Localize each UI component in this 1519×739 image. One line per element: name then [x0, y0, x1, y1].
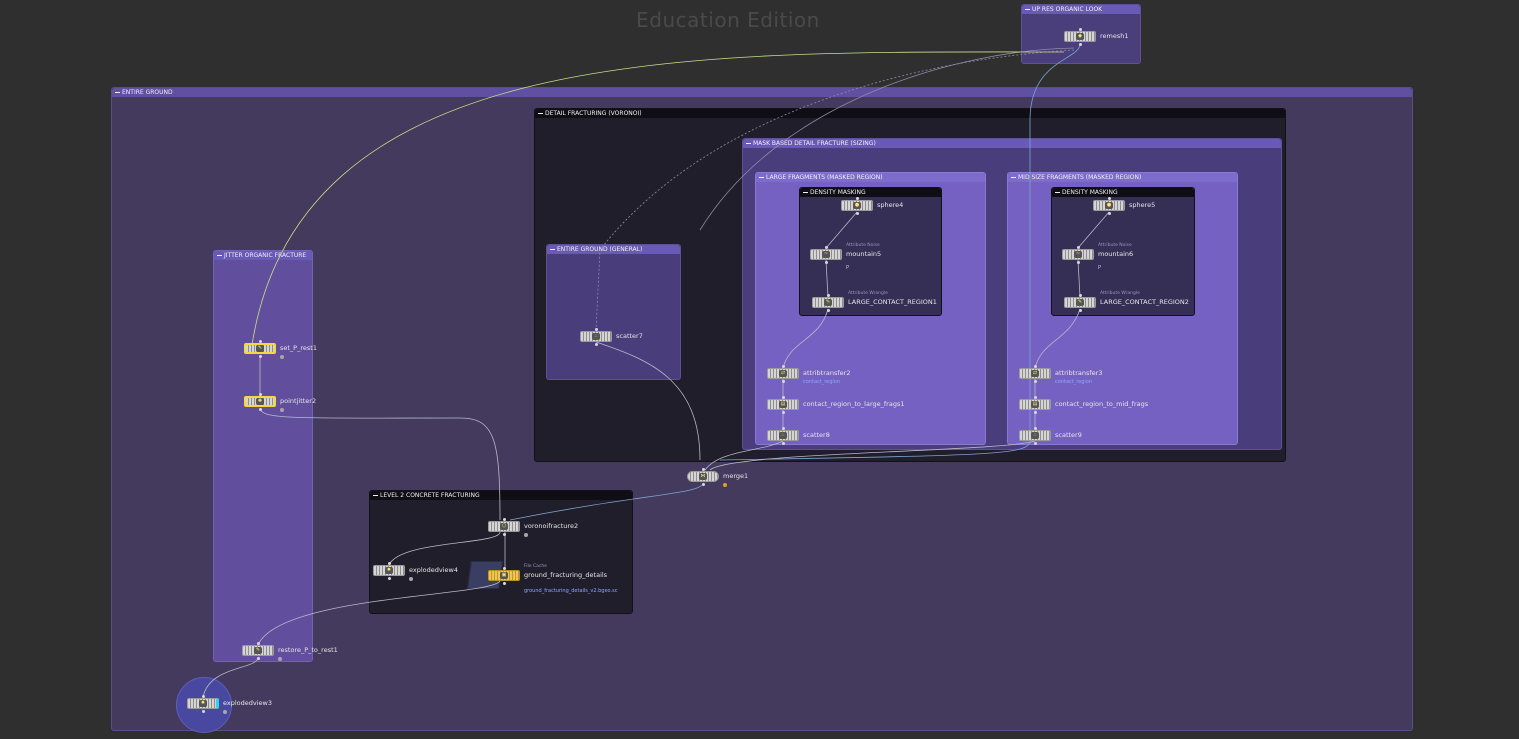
wire-restore-to-explode3 [202, 656, 259, 698]
node-label: restore_P_to_rest1 [278, 646, 338, 654]
node-scatter7[interactable]: ∴ scatter7 [580, 328, 643, 346]
sphere-icon: ● [1105, 202, 1113, 209]
node-label: scatter7 [616, 332, 643, 340]
node-info: ground_fracturing_details_v2.bgeo.sc [524, 588, 618, 594]
transfer-icon: ⇄ [1031, 370, 1039, 377]
status-dot [409, 577, 413, 581]
node-large-contact-region2[interactable]: ✎ Attribute Wrangle LARGE_CONTACT_REGION… [1064, 291, 1189, 312]
node-label: ground_fracturing_details [524, 571, 608, 579]
node-type: Attribute Wrangle [848, 291, 888, 296]
node-label: scatter8 [803, 431, 830, 439]
node-label: mountain5 [846, 250, 882, 258]
node-label: LARGE_CONTACT_REGION2 [1100, 298, 1189, 306]
node-large-contact-region1[interactable]: ✎ Attribute Wrangle LARGE_CONTACT_REGION… [812, 291, 937, 312]
node-label: pointjitter2 [280, 397, 317, 405]
scatter-icon: ∴ [592, 333, 600, 340]
status-dot [280, 355, 284, 359]
node-label: merge1 [723, 472, 749, 480]
wrangle-icon: ✎ [254, 647, 262, 654]
wire-jitter-to-voronoi [259, 407, 501, 521]
node-sphere5[interactable]: ● sphere5 [1093, 197, 1155, 215]
node-label: mountain6 [1098, 250, 1134, 258]
scatter-icon: ∴ [1031, 432, 1039, 439]
node-scatter8[interactable]: ∴ scatter8 [767, 427, 830, 445]
wire-mountain6-wrangle2 [1077, 259, 1081, 298]
node-label: explodedview3 [223, 699, 272, 707]
wire-mountain5-wrangle [825, 259, 829, 298]
transfer-icon: ⇄ [779, 370, 787, 377]
node-label: explodedview4 [409, 566, 458, 574]
wire-scatter9-to-merge [709, 440, 1036, 471]
wire-merge-to-voronoi [509, 482, 704, 521]
node-label: contact_region_to_mid_frags [1055, 400, 1149, 408]
wrangle-icon: ✎ [1076, 299, 1084, 306]
noise-icon: ~ [1074, 251, 1082, 258]
wires-layer [202, 43, 1110, 698]
node-type: Attribute Noise [1098, 243, 1132, 248]
wire-wrangle-attrib2 [782, 308, 829, 369]
explode-icon: ✸ [385, 567, 393, 574]
attribute-icon: ▤ [779, 401, 787, 408]
node-contact-region-to-mid-frags[interactable]: ▤ contact_region_to_mid_frags [1019, 396, 1148, 414]
node-type: Attribute Noise [846, 243, 880, 248]
node-voronoifracture2[interactable]: ⬡ voronoifracture2 [488, 518, 578, 537]
wire-dashed-remesh-scatter7 [595, 49, 1075, 331]
voronoi-icon: ⬡ [500, 523, 508, 530]
node-mountain6[interactable]: ~ Attribute Noise mountain6 P [1062, 243, 1133, 271]
jitter-icon: ✺ [256, 398, 264, 405]
node-info: contact_region [1055, 379, 1093, 385]
status-dot [223, 710, 227, 714]
status-dot [280, 408, 284, 412]
node-attribtransfer2[interactable]: ⇄ attribtransfer2 contact_region [767, 365, 851, 385]
node-label: LARGE_CONTACT_REGION1 [848, 298, 937, 306]
node-type: Attribute Wrangle [1100, 291, 1140, 296]
merge-icon: ⋈ [699, 473, 707, 480]
sphere-icon: ● [853, 202, 861, 209]
node-label: contact_region_to_large_frags1 [803, 400, 905, 408]
status-dot [524, 533, 528, 537]
remesh-icon: ◆ [1076, 33, 1084, 40]
node-remesh1[interactable]: ◆ remesh1 [1064, 28, 1129, 46]
node-set-p-rest1[interactable]: ✎ set_P_rest1 [244, 340, 317, 359]
node-ground-fracturing-details[interactable]: ▣ File Cache ground_fracturing_details g… [488, 564, 617, 594]
wrangle-icon: ✎ [256, 345, 264, 352]
node-label: attribtransfer2 [803, 369, 851, 377]
status-dot [723, 483, 727, 487]
wire-cache-to-restore [257, 580, 501, 646]
node-label: sphere5 [1129, 201, 1156, 209]
node-mountain5[interactable]: ~ Attribute Noise mountain5 P [810, 243, 881, 271]
node-type: File Cache [524, 564, 547, 569]
status-dot [278, 657, 282, 661]
node-label: voronoifracture2 [524, 522, 579, 530]
node-contact-region-to-large-frags1[interactable]: ▤ contact_region_to_large_frags1 [767, 396, 904, 414]
node-info: P [846, 265, 850, 271]
noise-icon: ~ [822, 251, 830, 258]
wire-display-to-set-p [251, 51, 1065, 346]
node-pointjitter2[interactable]: ✺ pointjitter2 [244, 393, 316, 412]
wrangle-icon: ✎ [824, 299, 832, 306]
node-sphere4[interactable]: ● sphere4 [841, 197, 903, 215]
node-info: contact_region [803, 379, 841, 385]
node-scatter9[interactable]: ∴ scatter9 [1019, 427, 1082, 445]
node-info: P [1098, 265, 1102, 271]
scatter-icon: ∴ [779, 432, 787, 439]
node-explodedview3[interactable]: ✸ explodedview3 [187, 695, 272, 714]
node-label: set_P_rest1 [280, 344, 317, 352]
wire-scatter8-to-merge [704, 440, 784, 471]
node-explodedview4[interactable]: ✸ explodedview4 [373, 562, 458, 581]
node-label: scatter9 [1055, 431, 1082, 439]
node-label: remesh1 [1100, 32, 1129, 40]
node-attribtransfer3[interactable]: ⇄ attribtransfer3 contact_region [1019, 365, 1103, 385]
node-label: sphere4 [877, 201, 904, 209]
node-merge1[interactable]: ⋈ merge1 [687, 468, 748, 487]
explode-icon: ✸ [199, 700, 207, 707]
wire-scatter7-to-merge [595, 341, 701, 461]
node-restore-p-to-rest1[interactable]: ✎ restore_P_to_rest1 [242, 642, 338, 661]
node-label: attribtransfer3 [1055, 369, 1103, 377]
file-cache-icon: ▣ [500, 572, 508, 579]
wire-voronoi-to-explode4 [388, 531, 501, 566]
attribute-icon: ▤ [1031, 401, 1039, 408]
wire-wrangle2-attrib3 [1034, 308, 1081, 369]
wire-remesh-to-merge [719, 43, 1081, 461]
